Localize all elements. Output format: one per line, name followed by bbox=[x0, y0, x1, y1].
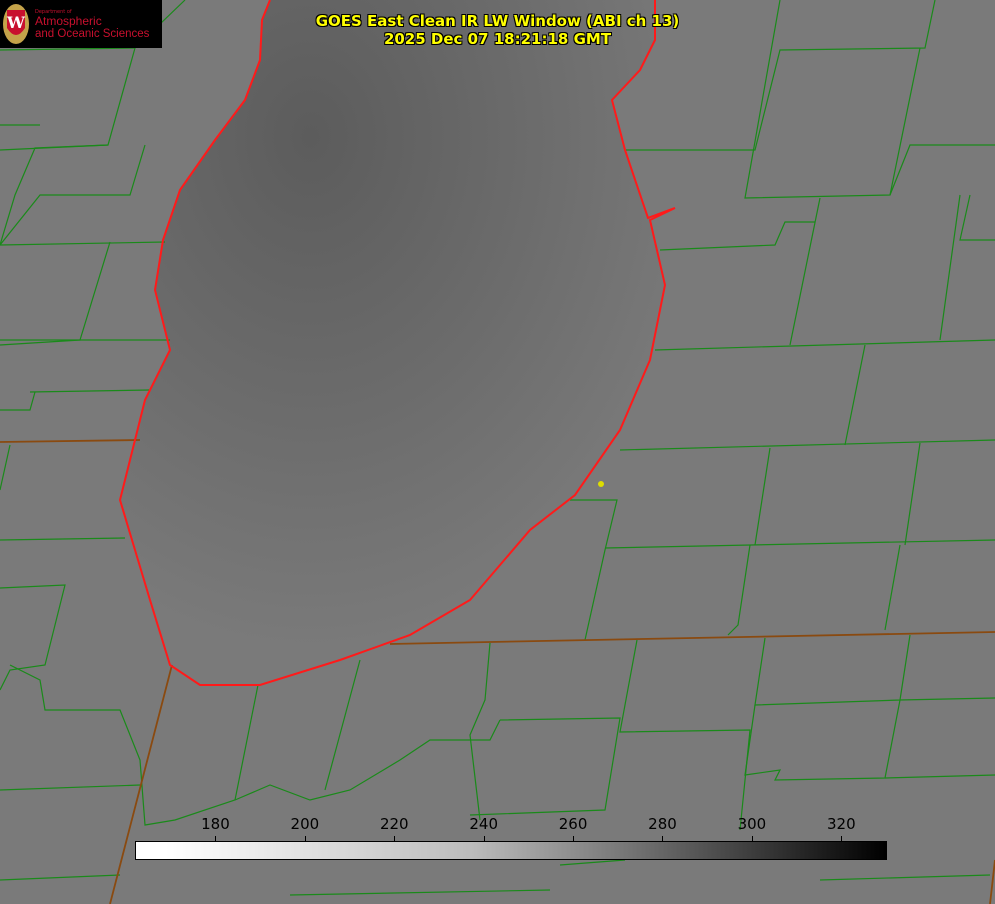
colorbar-tick-label: 180 bbox=[201, 815, 230, 833]
colorbar-tick-label: 240 bbox=[469, 815, 498, 833]
colorbar bbox=[135, 841, 887, 860]
colorbar-tick-label: 300 bbox=[737, 815, 767, 833]
colorbar-tick-mark bbox=[751, 836, 753, 841]
colorbar-tick-label: 280 bbox=[648, 815, 677, 833]
colorbar-tick-mark bbox=[215, 836, 217, 841]
colorbar-tick-mark bbox=[662, 836, 664, 841]
colorbar-tick-mark bbox=[304, 836, 306, 841]
colorbar-tick-label: 200 bbox=[290, 815, 320, 833]
image-timestamp: 2025 Dec 07 18:21:18 GMT bbox=[383, 30, 612, 48]
colorbar-tick-mark bbox=[573, 836, 575, 841]
image-title: GOES East Clean IR LW Window (ABI ch 13) bbox=[315, 12, 680, 30]
colorbar-tick-mark bbox=[841, 836, 843, 841]
location-marker bbox=[598, 481, 604, 487]
colorbar-tick-label: 320 bbox=[826, 815, 856, 833]
colorbar-tick-label: 260 bbox=[558, 815, 588, 833]
colorbar-tick-label: 220 bbox=[379, 815, 409, 833]
satellite-map bbox=[0, 0, 995, 904]
colorbar-tick-mark bbox=[394, 836, 396, 841]
colorbar-tick-mark bbox=[483, 836, 485, 841]
